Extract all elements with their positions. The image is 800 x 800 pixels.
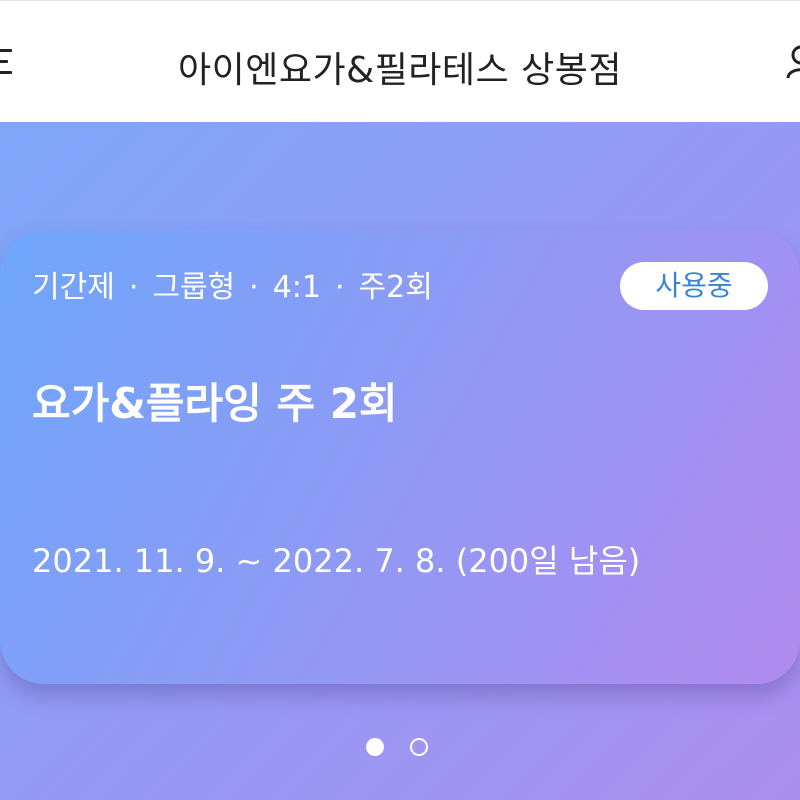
tag-separator: · [335, 270, 345, 305]
status-badge: 사용중 [620, 262, 768, 310]
pass-carousel: 기간제 · 그룹형 · 4:1 · 주2회 사용중 요가&플라잉 주 2회 2021. 11… [0, 122, 800, 800]
tag-group: 그룹형 [152, 270, 236, 305]
pass-period: 2021. 11. 9. ~ 2022. 7. 8. (200일 남음) [32, 542, 641, 580]
page-title: 아이엔요가&필라테스 상봉점 [178, 50, 622, 91]
app-screen: 아이엔요가&필라테스 상봉점 기간제 · 그룹형 · 4:1 · 주2회 사용중 요가&플라… [0, 0, 800, 800]
tag-ratio: 4:1 [272, 270, 321, 305]
tag-frequency: 주2회 [358, 270, 433, 305]
pass-title: 요가&플라잉 주 2회 [32, 379, 398, 428]
pass-tags: 기간제 · 그룹형 · 4:1 · 주2회 [32, 262, 433, 306]
top-header: 아이엔요가&필라테스 상봉점 [0, 0, 800, 122]
tag-type: 기간제 [32, 270, 115, 305]
pagination-dot-2[interactable] [410, 738, 428, 756]
tag-separator: · [128, 270, 139, 305]
user-icon[interactable] [786, 45, 800, 79]
tag-separator: · [249, 270, 259, 305]
pagination-dot-1[interactable] [366, 738, 384, 756]
